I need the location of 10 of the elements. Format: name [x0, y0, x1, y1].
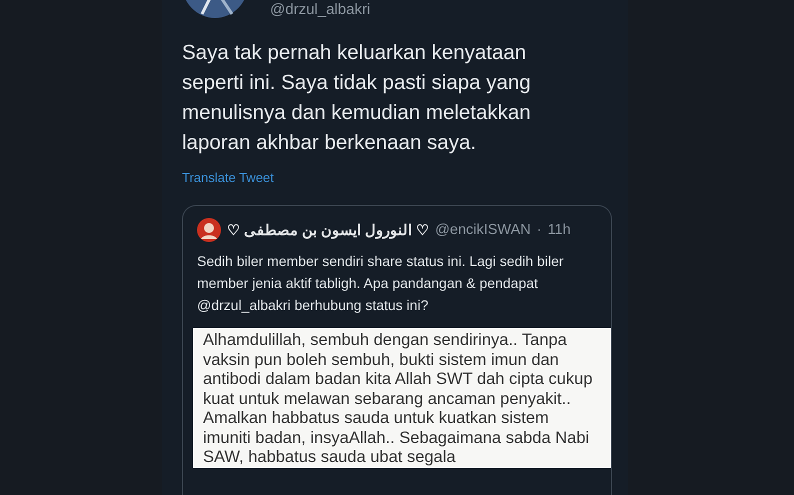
tweet-text: Saya tak pernah keluarkan kenyataan seperti ini. Saya tidak pasti siapa yang menulisnya dan kemudian meletakkan laporan akhbar berkenaan saya. — [182, 40, 532, 156]
translate-link[interactable]: Translate Tweet — [182, 170, 274, 185]
user-name: ♡ النورول ايسون بن مصطفى ♡ — [227, 222, 430, 238]
avatar-icon[interactable] — [197, 218, 221, 242]
user-handle: @encikISWAN — [435, 222, 531, 238]
user-handle: @drzul_albakri — [270, 1, 370, 18]
tweet-time: 11h — [548, 222, 571, 238]
screenshot-text: Alhamdulillah, sembuh dengan sendirinya.. Tanpa vaksin pun boleh sembuh, bukti sistem imun dan antibodi dalam badan kita Allah SWT dah cipta cukup kuat untuk melawan sebarang ancaman penyakit.. Amalkan habbatus sauda untuk kuatkan sistem imuniti badan, insyaAllah.. Sebagaimana sabda Nabi SAW, habbatus sauda ubat segala — [193, 328, 611, 468]
quoted-tweet-text: Sedih biler member sendiri share status ini. Lagi sedih biler member jenia aktif tabligh. Apa pandangan & pendapat @drzul_albakri berhubung status ini? — [197, 252, 565, 315]
separator: · — [536, 222, 542, 238]
